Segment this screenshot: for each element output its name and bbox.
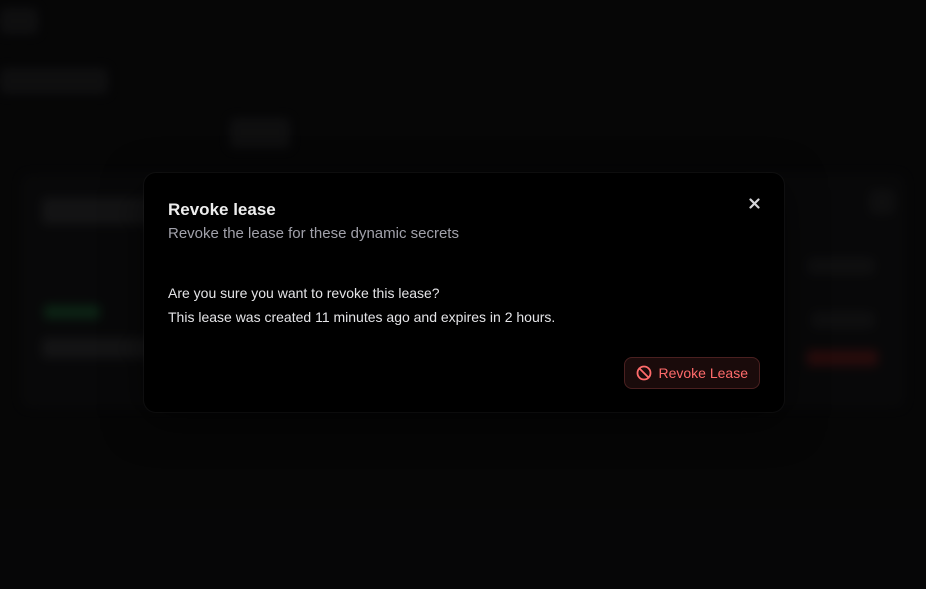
dialog-subtitle: Revoke the lease for these dynamic secre… [168,225,459,242]
revoke-lease-dialog: Revoke lease Revoke the lease for these … [144,173,784,412]
ban-icon [636,365,652,381]
dialog-title: Revoke lease [168,200,276,219]
confirm-question: Are you sure you want to revoke this lea… [168,285,440,301]
lease-timing-text: This lease was created 11 minutes ago an… [168,309,556,325]
dialog-body: Are you sure you want to revoke this lea… [168,281,555,329]
close-icon [748,196,760,214]
revoke-lease-label: Revoke Lease [658,365,748,381]
close-button[interactable] [744,195,764,215]
revoke-lease-button[interactable]: Revoke Lease [624,357,760,389]
